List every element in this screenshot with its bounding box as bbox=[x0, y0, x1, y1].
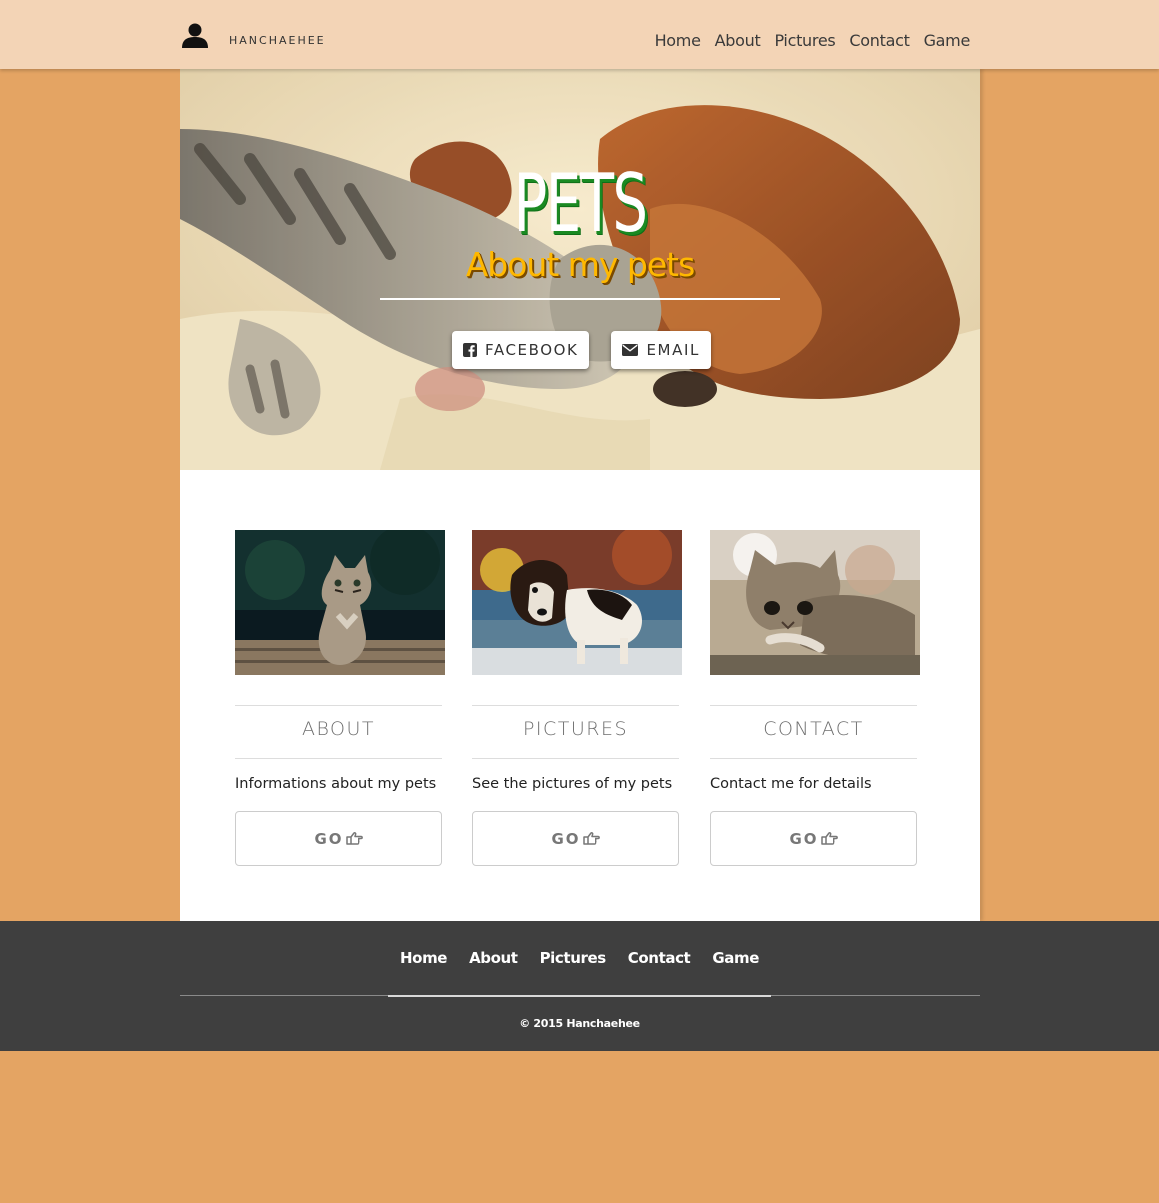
footer-divider-accent bbox=[388, 995, 771, 997]
footer: Home About Pictures Contact Game © 2015 … bbox=[0, 921, 1159, 1051]
nav-home-link[interactable]: Home bbox=[655, 31, 701, 50]
card-divider bbox=[472, 758, 679, 759]
go-button-pictures[interactable]: GO bbox=[472, 811, 679, 866]
go-button-label: GO bbox=[314, 829, 344, 848]
nav-pictures-link[interactable]: Pictures bbox=[774, 31, 835, 50]
pointing-hand-icon bbox=[820, 832, 838, 845]
go-button-label: GO bbox=[551, 829, 581, 848]
card-about: ABOUT Informations about my pets GO bbox=[235, 530, 445, 866]
card-description: See the pictures of my pets bbox=[472, 776, 673, 792]
card-divider bbox=[710, 705, 917, 706]
facebook-icon bbox=[463, 343, 477, 357]
go-button-label: GO bbox=[789, 829, 819, 848]
card-description: Informations about my pets bbox=[235, 776, 437, 792]
footer-pictures-link[interactable]: Pictures bbox=[540, 949, 607, 967]
pointing-hand-icon bbox=[345, 832, 363, 845]
main-nav: Home About Pictures Contact Game bbox=[655, 31, 971, 50]
card-divider bbox=[235, 705, 442, 706]
card-divider bbox=[472, 705, 679, 706]
card-divider bbox=[235, 758, 442, 759]
envelope-icon bbox=[622, 344, 639, 356]
facebook-button-label: FACEBOOK bbox=[485, 341, 579, 359]
go-button-about[interactable]: GO bbox=[235, 811, 442, 866]
facebook-button[interactable]: FACEBOOK bbox=[452, 331, 590, 369]
email-button-label: EMAIL bbox=[646, 341, 700, 359]
top-navbar: HANCHAEHEE Home About Pictures Contact G… bbox=[0, 0, 1159, 69]
hero-title: PETS bbox=[513, 157, 648, 250]
card-pictures: PICTURES See the pictures of my pets GO bbox=[472, 530, 682, 866]
card-description: Contact me for details bbox=[710, 776, 872, 792]
user-silhouette-icon[interactable] bbox=[181, 22, 209, 50]
card-contact: CONTACT Contact me for details GO bbox=[710, 530, 920, 866]
footer-home-link[interactable]: Home bbox=[400, 949, 447, 967]
card-divider bbox=[710, 758, 917, 759]
hero-banner: PETS About my pets FACEBOOK EMAIL bbox=[180, 69, 980, 470]
nav-contact-link[interactable]: Contact bbox=[849, 31, 909, 50]
main-content: PETS About my pets FACEBOOK EMAIL ABOUT … bbox=[180, 69, 980, 921]
card-heading: PICTURES bbox=[522, 718, 629, 740]
nav-about-link[interactable]: About bbox=[715, 31, 761, 50]
pointing-hand-icon bbox=[582, 832, 600, 845]
hero-divider bbox=[380, 298, 780, 300]
footer-about-link[interactable]: About bbox=[469, 949, 518, 967]
footer-contact-link[interactable]: Contact bbox=[628, 949, 691, 967]
footer-game-link[interactable]: Game bbox=[712, 949, 759, 967]
copyright-text: © 2015 Hanchaehee bbox=[519, 1017, 640, 1030]
go-button-contact[interactable]: GO bbox=[710, 811, 917, 866]
email-button[interactable]: EMAIL bbox=[611, 331, 711, 369]
brand-name[interactable]: HANCHAEHEE bbox=[229, 34, 326, 47]
kitten-praying-image bbox=[235, 530, 445, 675]
social-buttons: FACEBOOK EMAIL bbox=[452, 331, 711, 369]
tabby-kitten-image bbox=[710, 530, 920, 675]
hero-subtitle: About my pets bbox=[465, 245, 696, 284]
card-heading: ABOUT bbox=[301, 718, 376, 740]
beagle-puppy-image bbox=[472, 530, 682, 675]
card-heading: CONTACT bbox=[763, 718, 864, 740]
footer-nav: Home About Pictures Contact Game bbox=[0, 949, 1159, 967]
nav-game-link[interactable]: Game bbox=[924, 31, 971, 50]
